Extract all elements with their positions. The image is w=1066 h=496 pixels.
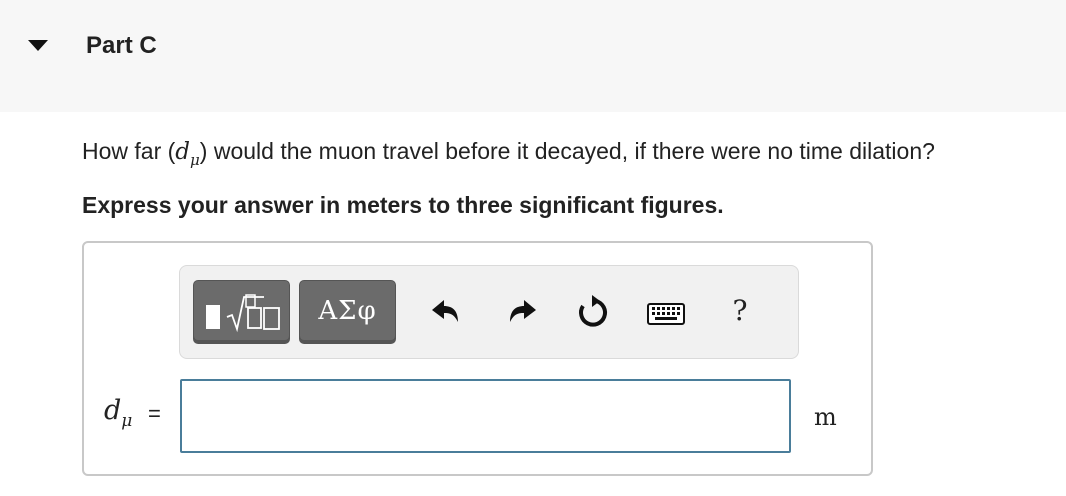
question-text-after: ) would the muon travel before it decaye… (199, 138, 935, 164)
redo-icon (510, 300, 536, 322)
question-variable: dμ (175, 139, 199, 169)
templates-button[interactable] (193, 280, 290, 344)
help-icon: ? (732, 294, 748, 327)
keyboard-icon (647, 303, 685, 325)
undo-icon (432, 300, 458, 322)
collapse-caret-icon[interactable] (28, 40, 48, 51)
answer-input[interactable] (180, 379, 791, 453)
reset-icon (579, 295, 607, 327)
question-variable-subscript: μ (190, 151, 200, 169)
math-toolbar: ΑΣφ ? (179, 265, 799, 359)
question-text: How far (dμ) would the muon travel befor… (82, 138, 935, 169)
unit-label: m (814, 403, 837, 431)
reset-button[interactable] (572, 292, 612, 332)
answer-instruction: Express your answer in meters to three s… (82, 192, 724, 218)
answer-panel: ΑΣφ ? dμ = m (82, 241, 873, 476)
help-button[interactable]: ? (720, 292, 760, 332)
question-variable-letter: d (175, 139, 191, 165)
redo-button[interactable] (502, 292, 542, 332)
equals-sign: = (148, 401, 161, 426)
undo-button[interactable] (426, 292, 466, 332)
answer-variable-label: dμ (104, 395, 132, 431)
answer-variable-letter: d (104, 395, 122, 426)
greek-symbols-label: ΑΣφ (318, 296, 377, 326)
question-text-before: How far ( (82, 138, 176, 164)
part-header[interactable]: Part C (0, 0, 1066, 112)
templates-sqrt-icon (206, 294, 280, 333)
greek-symbols-button[interactable]: ΑΣφ (299, 280, 396, 344)
answer-variable-subscript: μ (121, 411, 133, 431)
part-title: Part C (86, 32, 157, 59)
keyboard-button[interactable] (644, 292, 688, 332)
